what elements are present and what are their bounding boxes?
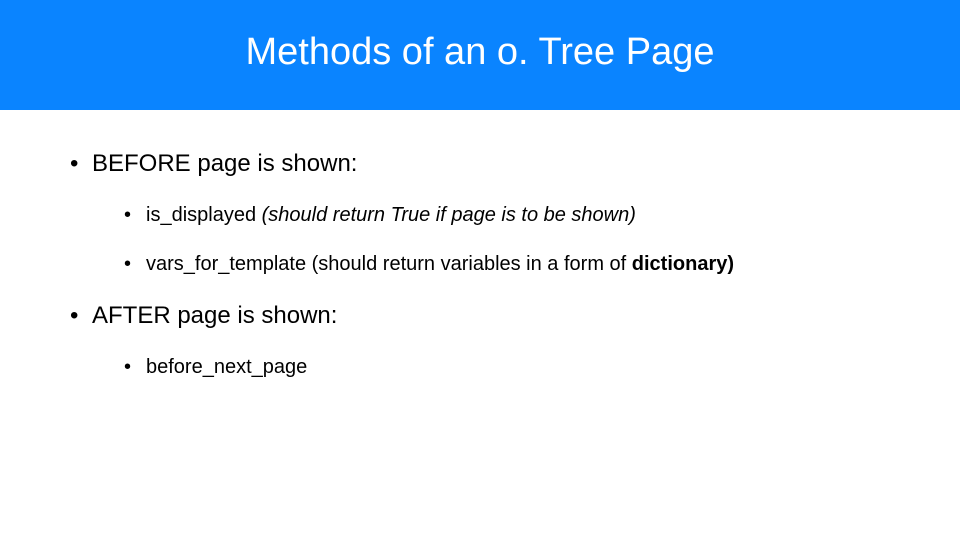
slide-title: Methods of an o. Tree Page bbox=[246, 31, 715, 74]
item-before-next-page: before_next_page bbox=[92, 356, 890, 379]
note-vars-bold: dictionary) bbox=[632, 253, 734, 275]
section-before-label: BEFORE page is shown: bbox=[92, 150, 357, 177]
method-name-before-next-page: before_next_page bbox=[146, 356, 307, 378]
method-name-is-displayed: is_displayed bbox=[146, 204, 256, 226]
section-after-label: AFTER page is shown: bbox=[92, 302, 337, 329]
slide-header: Methods of an o. Tree Page bbox=[0, 0, 960, 110]
item-is-displayed: is_displayed (should return True if page… bbox=[92, 204, 890, 227]
note-is-displayed: (should return True if page is to be sho… bbox=[256, 204, 636, 226]
section-after: AFTER page is shown: before_next_page bbox=[70, 302, 890, 379]
slide-content: BEFORE page is shown: is_displayed (shou… bbox=[0, 110, 960, 379]
method-name-vars-for-template: vars_for_template bbox=[146, 253, 306, 275]
section-before: BEFORE page is shown: is_displayed (shou… bbox=[70, 150, 890, 276]
note-vars-plain: (should return variables in a form of bbox=[306, 253, 632, 275]
item-vars-for-template: vars_for_template (should return variabl… bbox=[92, 253, 890, 276]
